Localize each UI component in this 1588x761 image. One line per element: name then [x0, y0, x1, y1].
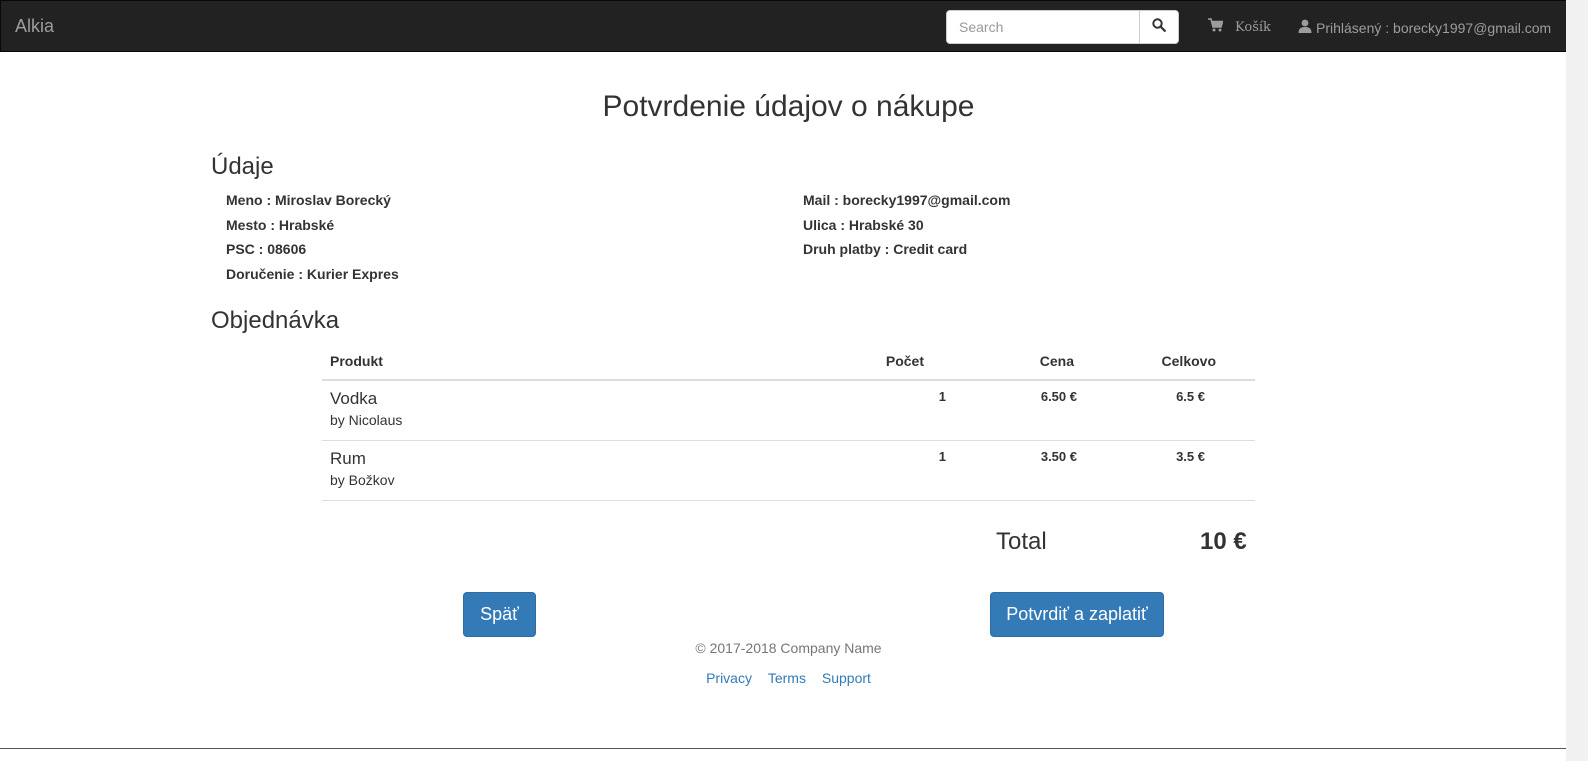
detail-delivery: Doručenie : Kurier Expres [226, 266, 399, 282]
quantity-cell: 1 [832, 440, 946, 501]
confirm-and-pay-button[interactable]: Potvrdiť a zaplatiť [990, 592, 1164, 637]
detail-name: Meno : Miroslav Borecký [226, 192, 391, 208]
top-navbar: Alkia Košík [0, 0, 1568, 52]
column-header-price: Cena [932, 343, 1082, 381]
product-cell: Vodka by Nicolaus [322, 380, 832, 441]
user-icon [1298, 19, 1312, 36]
product-name: Rum [330, 449, 366, 468]
table-header-row: Produkt Počet Cena Celkovo [322, 343, 1255, 381]
search-input[interactable] [947, 11, 1161, 43]
quantity-cell: 1 [832, 380, 946, 441]
search-button[interactable] [1139, 11, 1178, 43]
search-box [946, 10, 1179, 44]
details-heading: Údaje [211, 153, 274, 180]
column-header-quantity: Počet [832, 343, 932, 381]
product-cell: Rum by Božkov [322, 440, 832, 501]
back-button[interactable]: Späť [463, 592, 536, 637]
order-table: Produkt Počet Cena Celkovo Vodka by Nico… [322, 343, 1255, 501]
detail-city: Mesto : Hrabské [226, 217, 335, 233]
column-header-total: Celkovo [1082, 343, 1255, 381]
table-row: Rum by Božkov 1 3.50 € 3.5 € [322, 440, 1255, 501]
row-total-cell: 3.5 € [1082, 440, 1255, 501]
product-brand: by Božkov [330, 472, 395, 488]
detail-zip: PSC : 08606 [226, 241, 307, 257]
footer-links: Privacy Terms Support [0, 670, 1577, 686]
user-account-link[interactable]: Prihlásený : borecky1997@gmail.com [1298, 19, 1551, 36]
detail-payment: Druh platby : Credit card [803, 241, 968, 257]
footer-link-privacy[interactable]: Privacy [706, 670, 752, 686]
price-cell: 3.50 € [932, 440, 1082, 501]
row-total-cell: 6.5 € [1082, 380, 1255, 441]
page-bottom-divider [0, 748, 1566, 749]
shopping-cart-icon [1208, 18, 1224, 37]
brand-link[interactable]: Alkia [15, 16, 54, 37]
detail-street: Ulica : Hrabské 30 [803, 217, 924, 233]
user-label: Prihlásený : borecky1997@gmail.com [1316, 19, 1552, 36]
table-row: Vodka by Nicolaus 1 6.50 € 6.5 € [322, 380, 1255, 441]
price-cell: 6.50 € [932, 380, 1082, 441]
cart-link[interactable]: Košík [1208, 18, 1271, 37]
detail-mail: Mail : borecky1997@gmail.com [803, 192, 1011, 208]
order-total-label: Total [996, 528, 1047, 555]
footer-link-terms[interactable]: Terms [768, 670, 806, 686]
cart-label: Košík [1235, 20, 1271, 35]
footer-copyright: © 2017-2018 Company Name [695, 640, 882, 656]
column-header-product: Produkt [322, 343, 832, 381]
search-icon [1152, 17, 1166, 37]
product-brand: by Nicolaus [330, 412, 403, 428]
footer-link-support[interactable]: Support [822, 670, 871, 686]
page-title: Potvrdenie údajov o nákupe [602, 90, 975, 123]
order-total-value: 10 € [1200, 528, 1247, 555]
order-heading: Objednávka [211, 307, 340, 334]
product-name: Vodka [330, 389, 378, 408]
